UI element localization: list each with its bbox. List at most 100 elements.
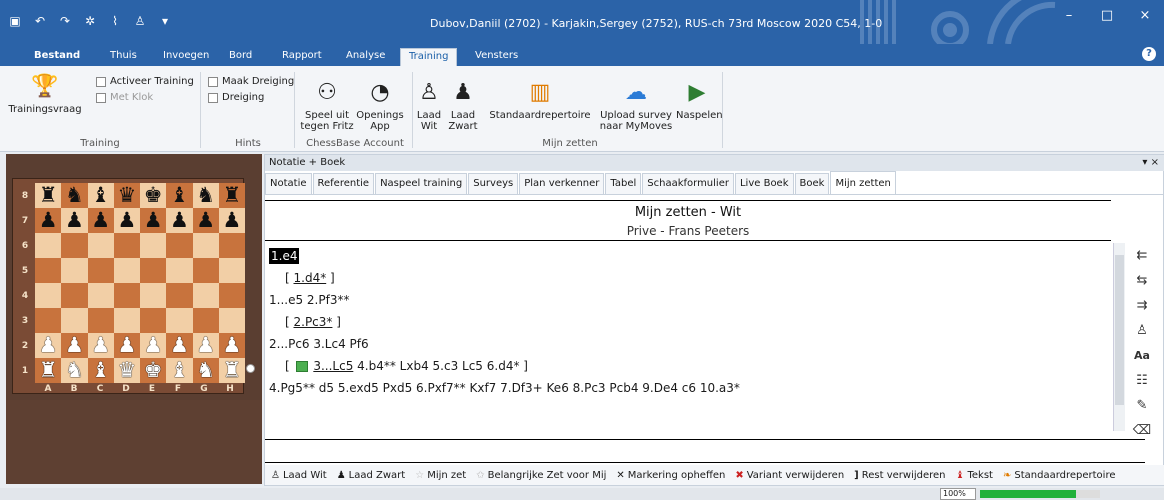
help-icon[interactable]: ? [1142,47,1156,61]
board-square[interactable]: ♞ [61,183,88,208]
white-pawn-icon[interactable]: ♟ [196,335,215,356]
save-icon[interactable]: ▣ [8,14,22,28]
board-square[interactable] [192,258,219,283]
tab-rapport[interactable]: Rapport [282,50,322,61]
white-bishop-icon[interactable]: ♝ [91,360,110,381]
redo-icon[interactable]: ↷ [58,14,72,28]
rest-verwijderen-tool[interactable]: ] Rest verwijderen [854,470,945,481]
tab-thuis[interactable]: Thuis [110,50,137,61]
move-line[interactable]: 2...Pc6 3.Lc4 Pf6 [269,333,1107,355]
font-icon[interactable]: Aa [1131,345,1153,367]
laad-wit-tool[interactable]: ♙ Laad Wit [271,470,327,481]
board-square[interactable] [166,233,193,258]
board-square[interactable]: ♟ [113,208,140,233]
gear-icon[interactable]: ✲ [83,14,97,28]
black-pawn-icon[interactable]: ♟ [65,210,84,231]
person-icon[interactable]: ♙ [133,14,147,28]
tab-boek[interactable]: Boek [794,173,830,194]
board-square[interactable] [166,283,193,308]
board-square[interactable] [140,283,167,308]
board-square[interactable]: ♟ [35,333,62,358]
board-square[interactable] [192,233,219,258]
white-queen-icon[interactable]: ♛ [117,360,136,381]
board-square[interactable] [166,308,193,333]
black-pawn-icon[interactable]: ♟ [196,210,215,231]
white-pawn-icon[interactable]: ♟ [91,335,110,356]
edit-icon[interactable]: ✎ [1131,395,1153,417]
scroll-thumb[interactable] [1115,255,1124,405]
speel-tegen-fritz-button[interactable]: ⚇ Speel uit tegen Fritz [296,80,358,132]
board-square[interactable] [113,233,140,258]
board-square[interactable] [113,283,140,308]
black-pawn-icon[interactable]: ♟ [117,210,136,231]
black-rook-icon[interactable]: ♜ [222,185,241,206]
laad-zwart-tool[interactable]: ♟ Laad Zwart [337,470,406,481]
tab-training[interactable]: Training [400,48,458,66]
board-square[interactable] [113,258,140,283]
board-square[interactable]: ♟ [166,208,193,233]
tab-bestand[interactable]: Bestand [34,50,80,61]
move-line[interactable]: 1...e5 2.Pf3** [269,289,1107,311]
belangrijke-zet-tool[interactable]: ✩ Belangrijke Zet voor Mij [476,470,606,481]
move-line[interactable]: 4.Pg5** d5 5.exd5 Pxd5 6.Pxf7** Kxf7 7.D… [269,377,1107,399]
white-pawn-icon[interactable]: ♟ [117,335,136,356]
board-square[interactable]: ♟ [218,208,245,233]
black-rook-icon[interactable]: ♜ [39,185,58,206]
swap-icon[interactable]: ⇆ [1131,270,1153,292]
tab-vensters[interactable]: Vensters [475,50,518,61]
board-square[interactable]: ♝ [87,358,114,383]
collapse-icon[interactable] [295,361,308,372]
board-square[interactable]: ♝ [87,183,114,208]
board-square[interactable]: ♟ [166,333,193,358]
upload-survey-button[interactable]: ☁ Upload survey naar MyMoves [598,80,674,132]
activeer-training-checkbox[interactable]: Activeer Training [96,76,194,87]
board-square[interactable]: ♜ [218,183,245,208]
move[interactable]: 3...Lc5 [313,359,353,373]
white-pawn-icon[interactable]: ♟ [222,335,241,356]
tab-surveys[interactable]: Surveys [468,173,519,194]
board-square[interactable]: ♜ [35,183,62,208]
board-square[interactable] [113,308,140,333]
maak-dreiging-checkbox[interactable]: Maak Dreiging [208,76,294,87]
board-square[interactable]: ♜ [35,358,62,383]
board-square[interactable] [218,258,245,283]
white-knight-icon[interactable]: ♞ [65,360,84,381]
board-square[interactable]: ♞ [192,183,219,208]
black-king-icon[interactable]: ♚ [144,185,163,206]
board-square[interactable]: ♞ [61,358,88,383]
current-move[interactable]: 1.e4 [269,248,300,264]
board-square[interactable] [87,308,114,333]
tab-referentie[interactable]: Referentie [312,173,375,194]
met-klok-checkbox[interactable]: Met Klok [96,92,153,103]
pane-controls[interactable]: ▾ × [1142,155,1159,171]
black-pawn-icon[interactable]: ♟ [91,210,110,231]
black-knight-icon[interactable]: ♞ [196,185,215,206]
board-square[interactable] [35,233,62,258]
tab-notatie[interactable]: Notatie [265,173,312,194]
naspelen-button[interactable]: ▶ Naspelen [676,80,723,121]
board-square[interactable]: ♟ [61,333,88,358]
board-square[interactable]: ♛ [113,183,140,208]
board-square[interactable]: ♟ [61,208,88,233]
board-square[interactable] [192,283,219,308]
board-square[interactable] [61,283,88,308]
white-pawn-icon[interactable]: ♟ [144,335,163,356]
board-square[interactable] [87,258,114,283]
chess-board[interactable]: ♜ ♞ ♝ ♛ ♚ ♝ ♞ ♜ ♟ ♟ ♟ ♟ ♟ ♟ ♟ ♟ ♟ ♟ ♟ ♟ ♟ ♟ ♟ ♟ ♜ ♞ ♝ ♛ ♚ ♝ ♞ ♜ [35,183,245,383]
minimize-button[interactable]: – [1050,8,1088,23]
openings-app-button[interactable]: ◔ Openings App [356,80,404,132]
white-rook-icon[interactable]: ♜ [39,360,58,381]
board-square[interactable]: ♟ [140,333,167,358]
board-square[interactable]: ♟ [140,208,167,233]
standaardrepertoire-button[interactable]: ▥ Standaardrepertoire [484,80,596,121]
tab-naspeel-training[interactable]: Naspeel training [375,173,468,194]
board-square[interactable] [61,308,88,333]
black-queen-icon[interactable]: ♛ [117,185,136,206]
variant-verwijderen-tool[interactable]: ✖ Variant verwijderen [735,470,844,481]
tekst-tool[interactable]: ♝ Tekst [956,470,993,481]
move[interactable]: 4.b4** Lxb4 5.c3 Lc5 6.d4* [357,359,519,373]
board-square[interactable] [218,283,245,308]
board-square[interactable] [35,283,62,308]
undo-icon[interactable]: ↶ [33,14,47,28]
tab-live-boek[interactable]: Live Boek [734,173,794,194]
